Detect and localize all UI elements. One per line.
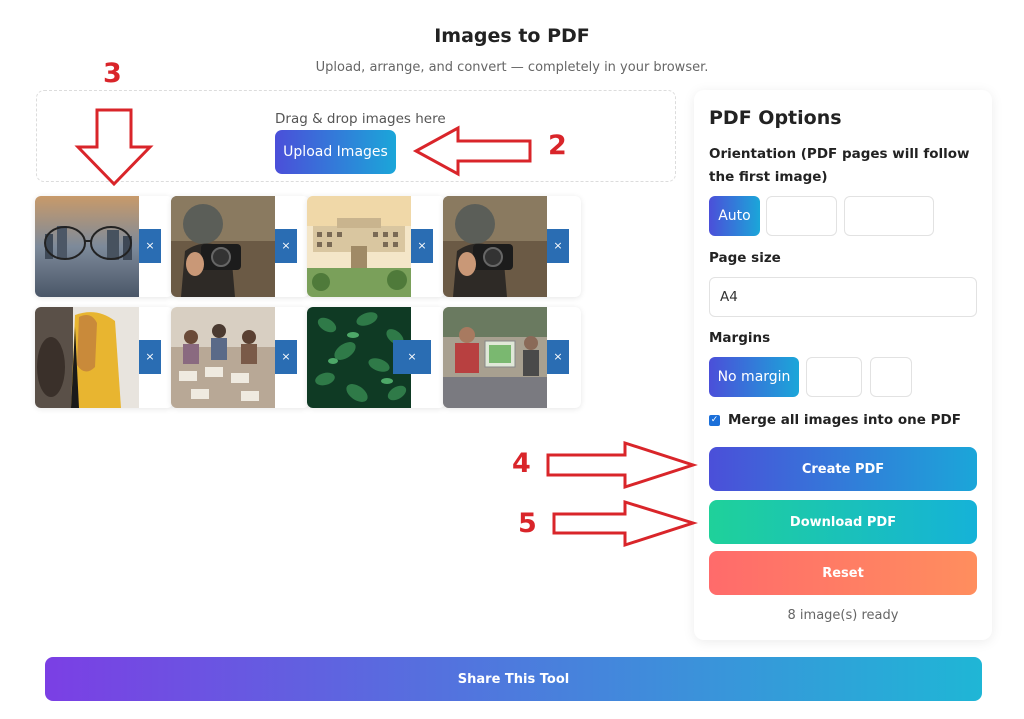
merge-checkbox[interactable]: ✓ <box>709 414 720 426</box>
thumbnail-image <box>35 196 139 297</box>
annotation-number: 3 <box>103 58 122 89</box>
page-size-label: Page size <box>709 250 781 266</box>
orientation-auto-button[interactable]: Auto <box>709 196 760 236</box>
image-thumbnail-3[interactable]: × <box>307 196 445 297</box>
page-title: Images to PDF <box>434 25 590 47</box>
thumbnail-image <box>307 196 411 297</box>
image-thumbnail-8[interactable]: × <box>443 307 581 408</box>
remove-image-button[interactable]: × <box>139 340 161 374</box>
thumbnail-image <box>443 196 547 297</box>
orientation-option-2-button[interactable] <box>766 196 837 236</box>
image-thumbnail-2[interactable]: × <box>171 196 309 297</box>
annotation-number: 5 <box>518 508 537 539</box>
annotation-number: 4 <box>512 448 531 479</box>
merge-label: Merge all images into one PDF <box>728 412 961 428</box>
thumbnail-image <box>171 196 275 297</box>
dropzone-label: Drag & drop images here <box>275 111 446 127</box>
thumbnail-image <box>443 307 547 408</box>
image-thumbnail-6[interactable]: × <box>171 307 309 408</box>
remove-image-button[interactable]: × <box>393 340 431 374</box>
remove-image-button[interactable]: × <box>139 229 161 263</box>
image-thumbnail-7[interactable]: × <box>307 307 445 408</box>
remove-image-button[interactable]: × <box>275 229 297 263</box>
download-pdf-button[interactable]: Download PDF <box>709 500 977 544</box>
image-thumbnail-1[interactable]: × <box>35 196 173 297</box>
upload-images-button[interactable]: Upload Images <box>275 130 396 174</box>
share-tool-button[interactable]: Share This Tool <box>45 657 982 701</box>
remove-image-button[interactable]: × <box>411 229 433 263</box>
image-thumbnail-4[interactable]: × <box>443 196 581 297</box>
annotation-number: 2 <box>548 130 567 161</box>
remove-image-button[interactable]: × <box>547 340 569 374</box>
page-size-select[interactable]: A4 <box>709 277 977 317</box>
image-thumbnail-5[interactable]: × <box>35 307 173 408</box>
reset-button[interactable]: Reset <box>709 551 977 595</box>
margins-label: Margins <box>709 330 771 346</box>
remove-image-button[interactable]: × <box>275 340 297 374</box>
thumbnail-image <box>171 307 275 408</box>
orientation-option-3-button[interactable] <box>844 196 934 236</box>
create-pdf-button[interactable]: Create PDF <box>709 447 977 491</box>
merge-option[interactable]: ✓ Merge all images into one PDF <box>709 411 961 429</box>
margin-none-button[interactable]: No margin <box>709 357 799 397</box>
margin-option-2-button[interactable] <box>806 357 862 397</box>
right-arrow-icon <box>552 499 698 548</box>
orientation-label: Orientation (PDF pages will follow the f… <box>709 146 970 185</box>
status-text: 8 image(s) ready <box>787 608 899 623</box>
pdf-options-title: PDF Options <box>709 107 842 129</box>
remove-image-button[interactable]: × <box>547 229 569 263</box>
margin-option-3-button[interactable] <box>870 357 912 397</box>
thumbnail-image <box>35 307 139 408</box>
page-subtitle: Upload, arrange, and convert — completel… <box>315 60 709 75</box>
right-arrow-icon <box>546 440 698 490</box>
